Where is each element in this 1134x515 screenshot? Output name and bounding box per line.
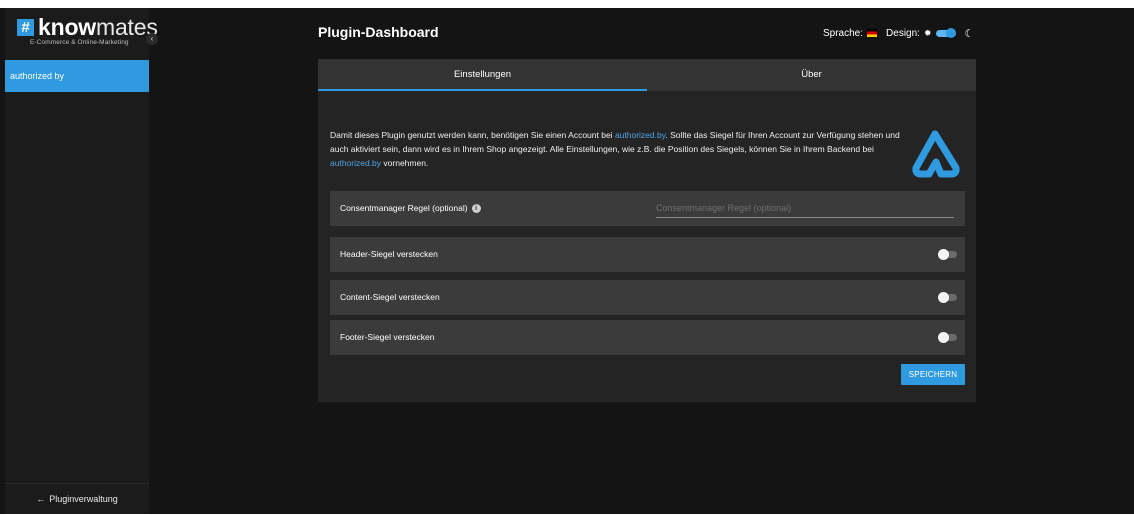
content-seal-row: Content-Siegel verstecken <box>330 280 965 315</box>
tab-einstellungen[interactable]: Einstellungen <box>318 59 647 91</box>
intro-text-part: Damit dieses Plugin genutzt werden kann,… <box>330 130 615 140</box>
moon-icon: ☾ <box>964 27 975 40</box>
header-seal-toggle[interactable] <box>938 249 958 260</box>
logo-wordmark: knowmates <box>38 14 158 41</box>
logo-word-bold: know <box>38 14 96 40</box>
plugin-management-link[interactable]: ← Pluginverwaltung <box>5 483 149 515</box>
footer-seal-row: Footer-Siegel verstecken <box>330 320 965 355</box>
info-icon[interactable]: i <box>471 204 481 214</box>
content-seal-toggle[interactable] <box>938 292 958 303</box>
content-seal-label: Content-Siegel verstecken <box>340 292 440 302</box>
consent-rule-input[interactable] <box>656 199 954 218</box>
sidebar-item-label: authorized by <box>10 71 65 81</box>
header-seal-row: Header-Siegel verstecken <box>330 237 965 272</box>
design-label: Design: <box>886 27 920 39</box>
tab-ueber[interactable]: Über <box>647 59 976 91</box>
footer-seal-label: Footer-Siegel verstecken <box>340 332 435 342</box>
page-title: Plugin-Dashboard <box>318 24 439 40</box>
german-flag-icon[interactable] <box>867 29 878 37</box>
language-label: Sprache: <box>823 27 864 39</box>
sun-icon: ✹ <box>923 27 932 38</box>
intro-text: Damit dieses Plugin genutzt werden kann,… <box>330 128 920 170</box>
header-seal-label: Header-Siegel verstecken <box>340 249 438 259</box>
toggle-thumb <box>938 332 949 343</box>
design-mode-toggle[interactable] <box>936 28 957 38</box>
arrow-left-icon: ← <box>36 494 46 504</box>
authorized-by-link[interactable]: authorized.by <box>330 158 381 168</box>
toggle-thumb <box>938 292 949 303</box>
save-button[interactable]: SPEICHERN <box>901 364 965 385</box>
plugin-management-label: Pluginverwaltung <box>49 494 118 504</box>
sidebar-item-authorized-by[interactable]: authorized by <box>5 60 149 92</box>
header-controls: Sprache: Design: ✹ ☾ <box>823 26 974 40</box>
sidebar: # knowmates E-Commerce & Online-Marketin… <box>5 8 158 515</box>
consent-rule-label: Consentmanager Regel (optional) i <box>340 191 481 226</box>
consent-rule-row: Consentmanager Regel (optional) i <box>330 191 965 226</box>
settings-card: Einstellungen Über Damit dieses Plugin g… <box>318 59 976 402</box>
footer-seal-toggle[interactable] <box>938 332 958 343</box>
intro-text-part: vornehmen. <box>381 158 429 168</box>
toggle-thumb <box>938 249 949 260</box>
logo-tagline: E-Commerce & Online-Marketing <box>30 39 129 46</box>
authorized-by-logo-icon <box>912 130 960 178</box>
chevron-left-icon[interactable]: ‹ <box>146 33 158 45</box>
tab-bar: Einstellungen Über <box>318 59 976 91</box>
authorized-by-link[interactable]: authorized.by <box>615 130 665 140</box>
hash-logo-icon: # <box>17 19 34 36</box>
consent-rule-label-text: Consentmanager Regel (optional) <box>340 203 468 213</box>
app-window: # knowmates E-Commerce & Online-Marketin… <box>0 8 1134 514</box>
toggle-thumb <box>946 28 957 38</box>
